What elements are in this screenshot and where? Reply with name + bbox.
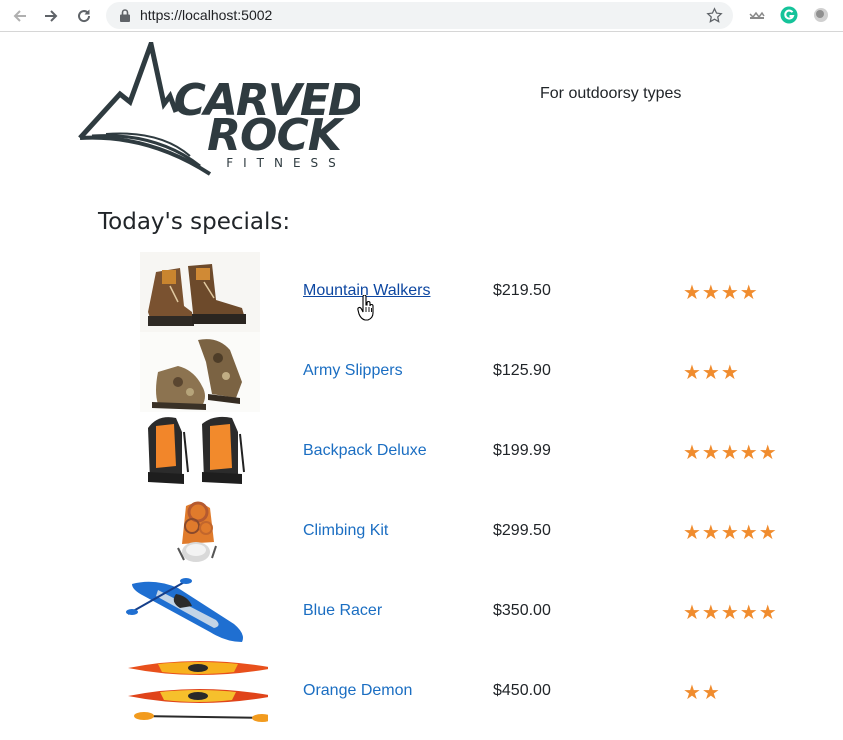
product-link[interactable]: Army Slippers [303,362,403,380]
product-link[interactable]: Backpack Deluxe [303,442,427,460]
tagline: For outdoorsy types [540,85,682,102]
product-row: Orange Demon $450.00 ★★ [110,652,810,732]
browser-toolbar: https://localhost:5002 [0,0,843,32]
circle-extension-icon [814,8,828,22]
rating-stars: ★★★ [683,360,740,384]
product-row: Blue Racer $350.00 ★★★★★ [110,572,810,652]
address-bar[interactable]: https://localhost:5002 [106,2,733,29]
product-price: $299.50 [493,522,551,539]
product-list: Mountain Walkers $219.50 ★★★★ Army Slipp… [110,252,810,732]
rating-stars: ★★★★ [683,280,759,304]
product-price: $219.50 [493,282,551,299]
product-row: Army Slippers $125.90 ★★★ [110,332,810,412]
product-row: Climbing Kit $299.50 ★★★★★ [110,492,810,572]
arrow-right-icon [45,10,58,22]
back-button[interactable] [8,4,32,28]
product-price: $450.00 [493,682,551,699]
rating-stars: ★★ [683,680,721,704]
url-text: https://localhost:5002 [140,7,273,23]
orange-kayaks-image [126,652,268,732]
product-link[interactable]: Blue Racer [303,602,382,620]
forward-button[interactable] [39,4,63,28]
logo-word-fitness: FITNESS [226,156,346,170]
product-link[interactable]: Climbing Kit [303,522,388,540]
logo-word-rock: ROCK [207,110,345,161]
extension-badge-icon [749,11,765,19]
hand-cursor-icon [357,295,374,321]
product-link[interactable]: Orange Demon [303,682,412,700]
blue-kayak-image [126,572,266,652]
lock-icon [120,9,130,22]
product-row: Mountain Walkers $219.50 ★★★★ [110,252,810,332]
product-row: Backpack Deluxe $199.99 ★★★★★ [110,412,810,492]
rating-stars: ★★★★★ [683,600,778,624]
star-icon[interactable] [706,7,723,24]
rating-stars: ★★★★★ [683,520,778,544]
camo-sandals-image [140,332,260,412]
product-price: $125.90 [493,362,551,379]
orange-backpacks-image [140,412,260,492]
carved-rock-fitness-logo[interactable]: CARVED ROCK FITNESS [78,42,360,177]
grammarly-icon [780,6,798,24]
profile-extension-button[interactable] [812,6,830,24]
climbing-gear-image [140,492,260,572]
product-price: $350.00 [493,602,551,619]
reload-button[interactable] [72,4,96,28]
product-price: $199.99 [493,442,551,459]
extension-icon[interactable] [748,6,766,24]
arrow-left-icon [13,10,26,22]
hiking-boots-image [140,252,260,332]
grammarly-extension-button[interactable] [780,6,798,24]
reload-icon [78,9,91,23]
rating-stars: ★★★★★ [683,440,778,464]
page-heading: Today's specials: [98,209,291,235]
